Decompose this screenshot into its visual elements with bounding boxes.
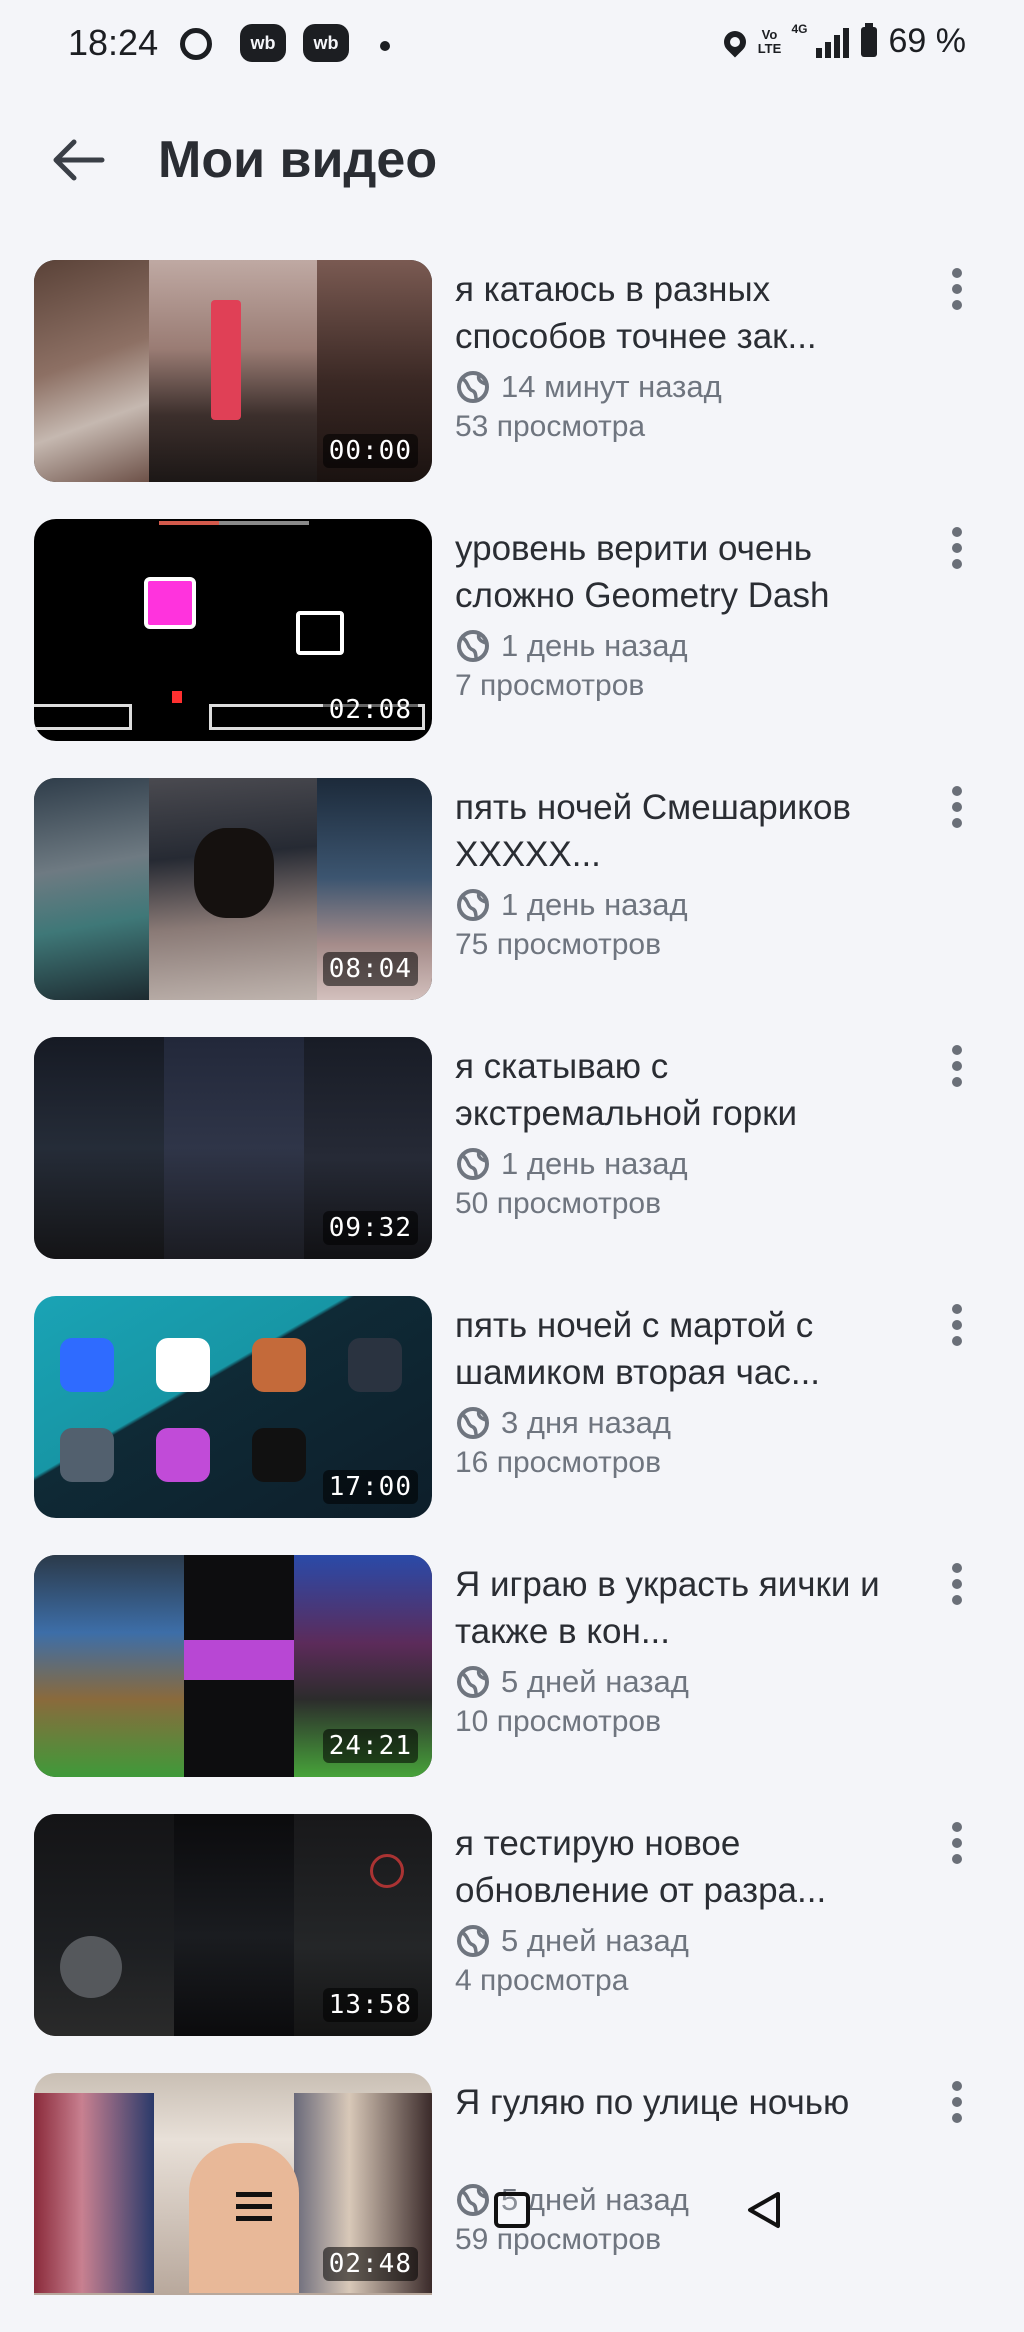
video-item[interactable]: 17:00 пять ночей с мартой с шамиком втор… <box>0 1296 1024 1555</box>
status-bar: 18:24 wb wb Vo LTE 4G 69 % <box>0 0 1024 90</box>
video-duration: 00:00 <box>322 434 418 468</box>
video-time-ago: 14 минут назад <box>501 369 722 404</box>
video-duration: 17:00 <box>322 1470 418 1504</box>
video-info: пять ночей Смешариков XXXXX... 1 день на… <box>455 784 905 962</box>
video-item[interactable]: 09:32 я скатываю с экстремальной горки 1… <box>0 1037 1024 1296</box>
video-views: 7 просмотров <box>455 669 645 702</box>
video-item[interactable]: 08:04 пять ночей Смешариков XXXXX... 1 д… <box>0 778 1024 1037</box>
nav-recents-button[interactable] <box>236 2192 272 2228</box>
more-options-button[interactable] <box>942 527 972 587</box>
video-duration: 24:21 <box>322 1729 418 1763</box>
nav-back-button[interactable] <box>745 2190 783 2235</box>
globe-icon <box>457 630 489 662</box>
video-title[interactable]: Я играю в украсть яички и также в кон... <box>455 1561 905 1655</box>
video-views: 53 просмотра <box>455 410 646 443</box>
video-duration: 09:32 <box>322 1211 418 1245</box>
more-options-button[interactable] <box>942 268 972 328</box>
globe-icon <box>457 1666 489 1698</box>
more-options-button[interactable] <box>942 1045 972 1105</box>
globe-icon <box>457 889 489 921</box>
network-type: 4G <box>791 21 808 36</box>
video-title[interactable]: я катаюсь в разных способов точнее зак..… <box>455 266 905 360</box>
video-time-ago: 3 дня назад <box>501 1405 672 1440</box>
status-right-group: Vo LTE 4G 69 % <box>718 22 967 61</box>
video-list: 00:00 я катаюсь в разных способов точнее… <box>0 260 1024 2332</box>
video-meta: 5 дней назад <box>455 1659 905 1705</box>
notification-circle-icon <box>180 28 212 60</box>
globe-icon <box>457 1925 489 1957</box>
globe-icon <box>457 2184 489 2216</box>
video-time-ago: 1 день назад <box>501 887 688 922</box>
video-item[interactable]: 00:00 я катаюсь в разных способов точнее… <box>0 260 1024 519</box>
video-meta: 1 день назад <box>455 623 905 669</box>
video-thumbnail[interactable]: 08:04 <box>34 778 432 1000</box>
video-title[interactable]: пять ночей Смешариков XXXXX... <box>455 784 905 878</box>
video-views: 16 просмотров <box>455 1446 662 1479</box>
video-views: 4 просмотра <box>455 1964 629 1997</box>
video-item[interactable]: 24:21 Я играю в украсть яички и также в … <box>0 1555 1024 1814</box>
app-header: Мои видео <box>0 110 1024 210</box>
video-title[interactable]: я скатываю с экстремальной горки <box>455 1043 905 1137</box>
volte-icon: Vo LTE <box>757 26 782 56</box>
status-time: 18:24 <box>68 22 159 63</box>
more-options-button[interactable] <box>942 1822 972 1882</box>
video-title[interactable]: Я гуляю по улице ночью <box>455 2079 905 2173</box>
video-info: я катаюсь в разных способов точнее зак..… <box>455 266 905 444</box>
page-title: Мои видео <box>158 131 438 189</box>
globe-icon <box>457 371 489 403</box>
more-options-button[interactable] <box>942 1563 972 1623</box>
video-duration: 13:58 <box>322 1988 418 2022</box>
more-notifications-dot-icon <box>380 41 390 51</box>
video-time-ago: 1 день назад <box>501 1146 688 1181</box>
video-views: 10 просмотров <box>455 1705 662 1738</box>
video-info: я тестирую новое обновление от разра... … <box>455 1820 905 1998</box>
video-thumbnail[interactable]: 24:21 <box>34 1555 432 1777</box>
nav-back-icon <box>748 2192 780 2228</box>
video-meta: 1 день назад <box>455 882 905 928</box>
video-meta: 1 день назад <box>455 1141 905 1187</box>
more-options-button[interactable] <box>942 786 972 846</box>
video-time-ago: 5 дней назад <box>501 1923 689 1958</box>
video-thumbnail[interactable]: 02:08 <box>34 519 432 741</box>
wb-notification-icon-2: wb <box>303 24 349 62</box>
arrow-left-icon <box>53 139 105 181</box>
back-button[interactable] <box>46 132 110 188</box>
video-views: 75 просмотров <box>455 928 662 961</box>
video-thumbnail[interactable]: 02:48 <box>34 2073 432 2295</box>
location-icon <box>718 25 751 58</box>
more-options-button[interactable] <box>942 2081 972 2141</box>
video-info: я скатываю с экстремальной горки 1 день … <box>455 1043 905 1221</box>
video-time-ago: 5 дней назад <box>501 1664 689 1699</box>
video-title[interactable]: пять ночей с мартой с шамиком вторая час… <box>455 1302 905 1396</box>
video-time-ago: 1 день назад <box>501 628 688 663</box>
signal-icon: 4G <box>792 22 849 58</box>
video-item[interactable]: 13:58 я тестирую новое обновление от раз… <box>0 1814 1024 2073</box>
video-thumbnail[interactable]: 00:00 <box>34 260 432 482</box>
video-info: Я гуляю по улице ночью 5 дней назад 59 п… <box>455 2079 905 2257</box>
video-thumbnail[interactable]: 17:00 <box>34 1296 432 1518</box>
more-options-button[interactable] <box>942 1304 972 1364</box>
video-title[interactable]: я тестирую новое обновление от разра... <box>455 1820 905 1914</box>
video-meta: 14 минут назад <box>455 364 905 410</box>
nav-home-button[interactable] <box>494 2192 530 2228</box>
video-thumbnail[interactable]: 09:32 <box>34 1037 432 1259</box>
video-info: Я играю в украсть яички и также в кон...… <box>455 1561 905 1739</box>
wb-notification-icon: wb <box>240 24 286 62</box>
video-item[interactable]: 02:08 уровень верити очень сложно Geomet… <box>0 519 1024 778</box>
video-duration: 02:48 <box>322 2247 418 2281</box>
video-duration: 08:04 <box>322 952 418 986</box>
video-duration: 02:08 <box>322 693 418 727</box>
video-meta: 5 дней назад <box>455 1918 905 1964</box>
video-views: 50 просмотров <box>455 1187 662 1220</box>
video-thumbnail[interactable]: 13:58 <box>34 1814 432 2036</box>
globe-icon <box>457 1407 489 1439</box>
video-info: уровень верити очень сложно Geometry Das… <box>455 525 905 703</box>
battery-percent: 69 % <box>888 22 967 60</box>
video-meta: 3 дня назад <box>455 1400 905 1446</box>
battery-icon <box>860 22 877 57</box>
video-info: пять ночей с мартой с шамиком вторая час… <box>455 1302 905 1480</box>
globe-icon <box>457 1148 489 1180</box>
video-views: 59 просмотров <box>455 2223 662 2256</box>
video-title[interactable]: уровень верити очень сложно Geometry Das… <box>455 525 905 619</box>
